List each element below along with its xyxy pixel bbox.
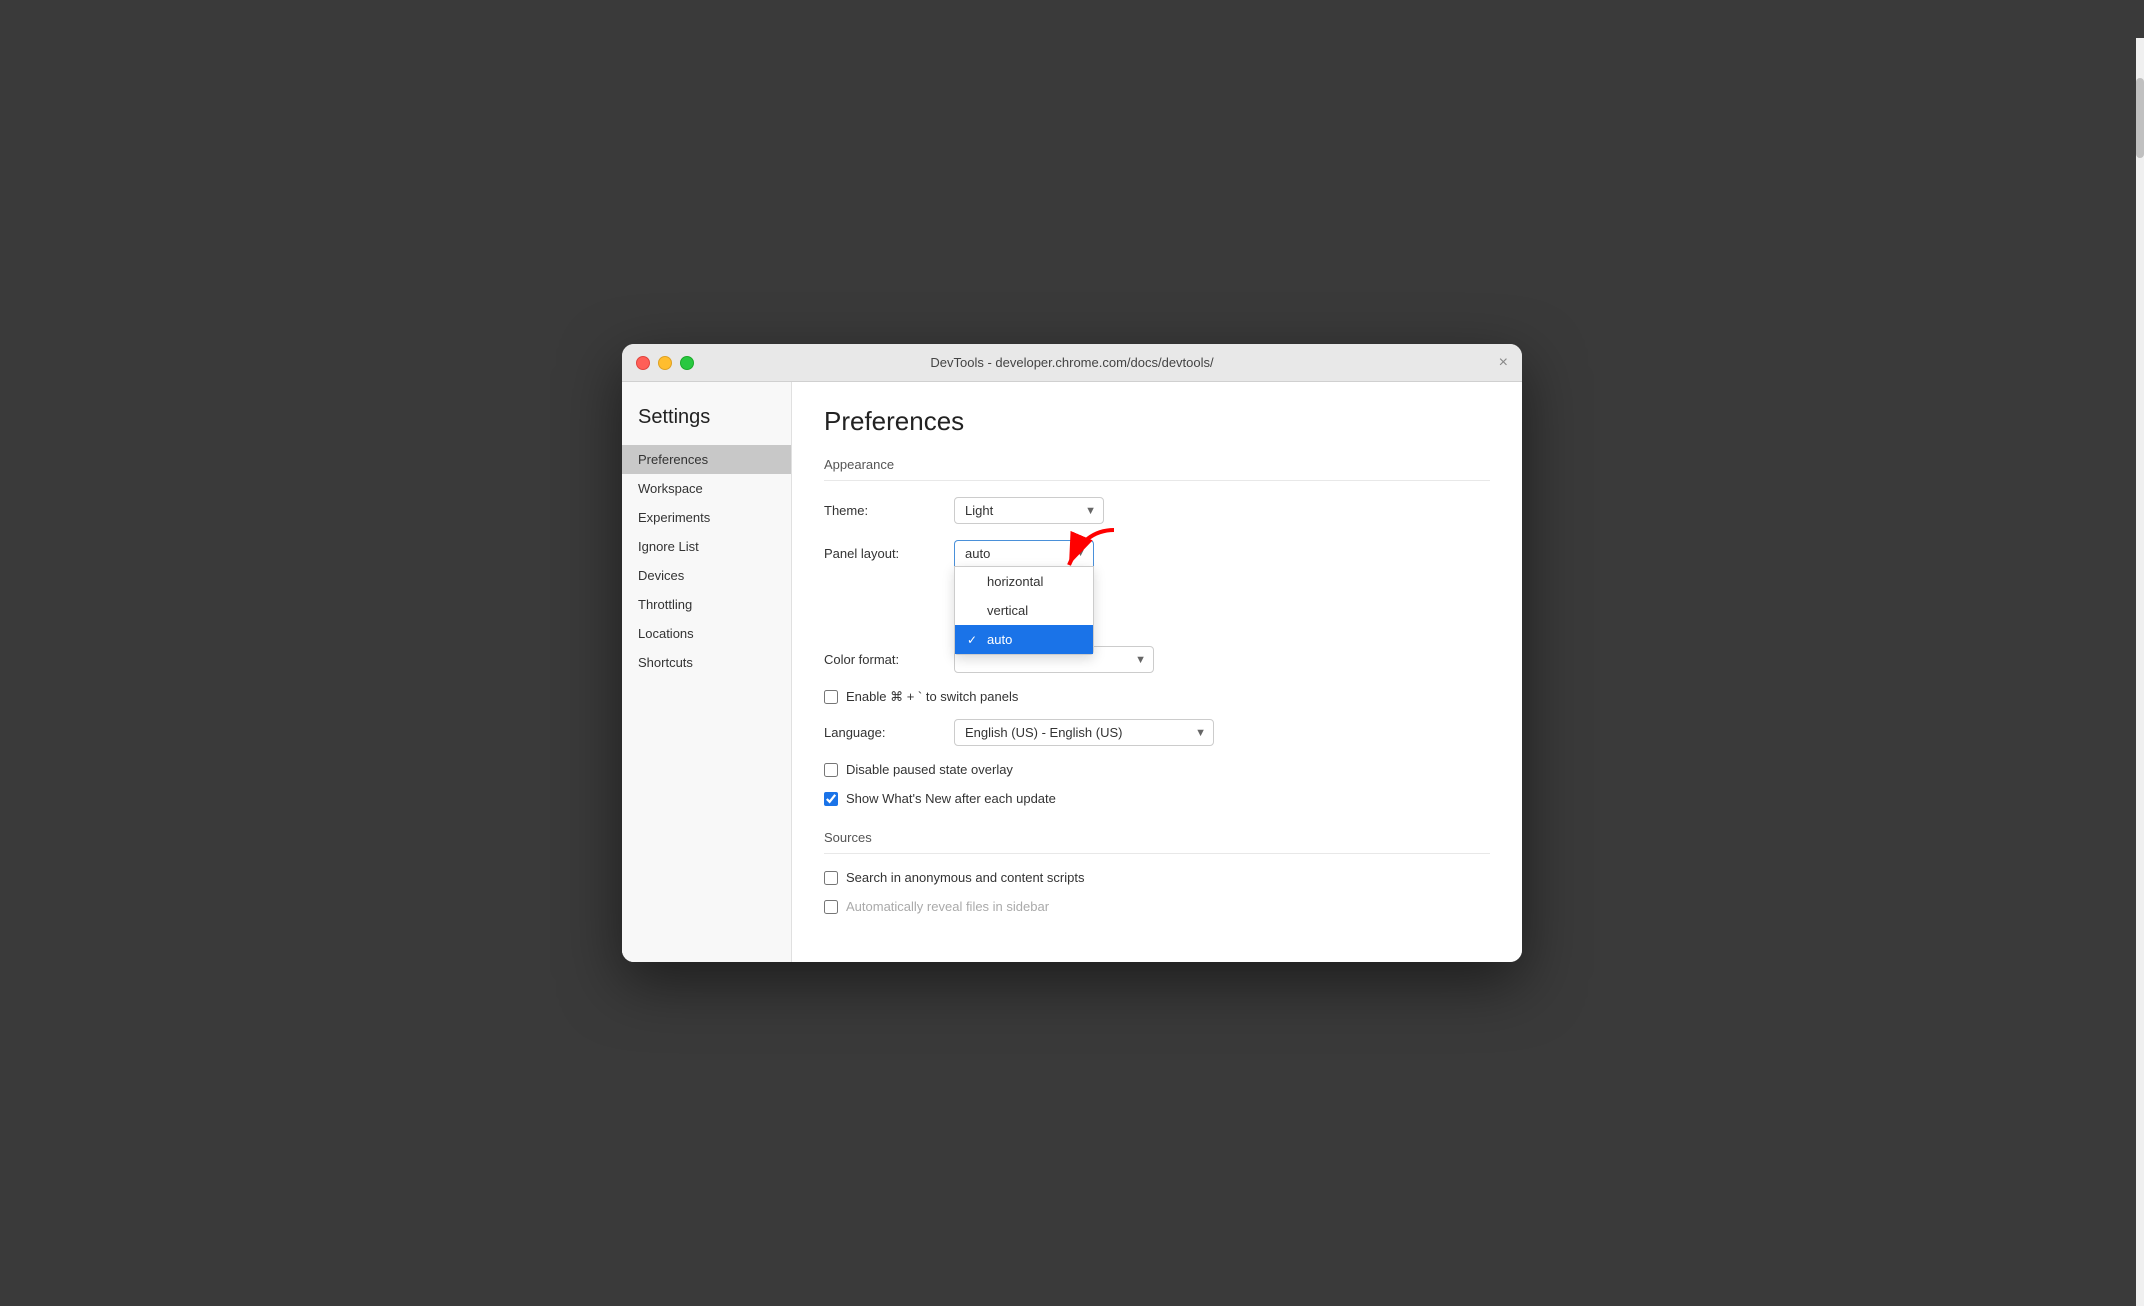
- theme-select[interactable]: Light Dark System preference: [954, 497, 1104, 524]
- enable-switch-panels-label: Enable ⌘ + ` to switch panels: [846, 689, 1018, 705]
- close-button[interactable]: [636, 356, 650, 370]
- appearance-section-title: Appearance: [824, 457, 1490, 481]
- enable-switch-panels-row: Enable ⌘ + ` to switch panels: [824, 689, 1490, 705]
- vertical-label: vertical: [987, 603, 1028, 618]
- sidebar-item-devices[interactable]: Devices: [622, 561, 791, 590]
- language-label: Language:: [824, 725, 954, 740]
- devtools-window: DevTools - developer.chrome.com/docs/dev…: [622, 344, 1522, 962]
- sidebar-item-ignore-list[interactable]: Ignore List: [622, 532, 791, 561]
- color-format-label: Color format:: [824, 652, 954, 667]
- sidebar-item-preferences[interactable]: Preferences: [622, 445, 791, 474]
- language-select[interactable]: English (US) - English (US): [954, 719, 1214, 746]
- sidebar-heading: Settings: [622, 398, 791, 445]
- panel-layout-value: auto: [965, 546, 990, 561]
- auto-checkmark: ✓: [967, 633, 981, 647]
- sources-section-title: Sources: [824, 830, 1490, 854]
- sidebar: Settings Preferences Workspace Experimen…: [622, 382, 792, 962]
- theme-label: Theme:: [824, 503, 954, 518]
- titlebar: DevTools - developer.chrome.com/docs/dev…: [622, 344, 1522, 382]
- main-panel: Preferences Appearance Theme: Light Dark…: [792, 382, 1522, 962]
- sidebar-item-shortcuts[interactable]: Shortcuts: [622, 648, 791, 677]
- settings-content: Settings Preferences Workspace Experimen…: [622, 382, 1522, 962]
- theme-select-wrapper: Light Dark System preference ▼: [954, 497, 1104, 524]
- theme-row: Theme: Light Dark System preference ▼: [824, 497, 1490, 524]
- maximize-button[interactable]: [680, 356, 694, 370]
- auto-reveal-label: Automatically reveal files in sidebar: [846, 899, 1049, 914]
- auto-reveal-row: Automatically reveal files in sidebar: [824, 899, 1490, 914]
- enable-switch-panels-checkbox[interactable]: [824, 690, 838, 704]
- window-title: DevTools - developer.chrome.com/docs/dev…: [930, 355, 1213, 370]
- search-anonymous-row: Search in anonymous and content scripts: [824, 870, 1490, 885]
- auto-reveal-checkbox[interactable]: [824, 900, 838, 914]
- show-whats-new-label: Show What's New after each update: [846, 791, 1056, 806]
- panel-layout-label: Panel layout:: [824, 546, 954, 561]
- sidebar-item-workspace[interactable]: Workspace: [622, 474, 791, 503]
- disable-paused-overlay-row: Disable paused state overlay: [824, 762, 1490, 777]
- show-whats-new-row: Show What's New after each update: [824, 791, 1490, 806]
- dropdown-item-horizontal[interactable]: horizontal: [955, 567, 1093, 596]
- traffic-lights: [636, 356, 694, 370]
- horizontal-label: horizontal: [987, 574, 1043, 589]
- page-title: Preferences: [824, 406, 1490, 437]
- panel-layout-select-wrapper: auto ▼ horizontal vertical: [954, 540, 1094, 566]
- panel-layout-select[interactable]: auto: [954, 540, 1094, 566]
- dropdown-item-auto[interactable]: ✓ auto: [955, 625, 1093, 654]
- close-icon[interactable]: ×: [1499, 355, 1508, 371]
- panel-layout-row: Panel layout: auto ▼ horizontal: [824, 540, 1490, 566]
- panel-layout-dropdown: horizontal vertical ✓ auto: [954, 566, 1094, 655]
- language-select-wrapper: English (US) - English (US) ▼: [954, 719, 1214, 746]
- auto-label: auto: [987, 632, 1012, 647]
- minimize-button[interactable]: [658, 356, 672, 370]
- color-format-row: Color format: ▼: [824, 646, 1490, 673]
- disable-paused-overlay-label: Disable paused state overlay: [846, 762, 1013, 777]
- language-row: Language: English (US) - English (US) ▼: [824, 719, 1490, 746]
- search-anonymous-checkbox[interactable]: [824, 871, 838, 885]
- search-anonymous-label: Search in anonymous and content scripts: [846, 870, 1084, 885]
- sidebar-item-experiments[interactable]: Experiments: [622, 503, 791, 532]
- sidebar-item-locations[interactable]: Locations: [622, 619, 791, 648]
- show-whats-new-checkbox[interactable]: [824, 792, 838, 806]
- sidebar-item-throttling[interactable]: Throttling: [622, 590, 791, 619]
- disable-paused-overlay-checkbox[interactable]: [824, 763, 838, 777]
- dropdown-item-vertical[interactable]: vertical: [955, 596, 1093, 625]
